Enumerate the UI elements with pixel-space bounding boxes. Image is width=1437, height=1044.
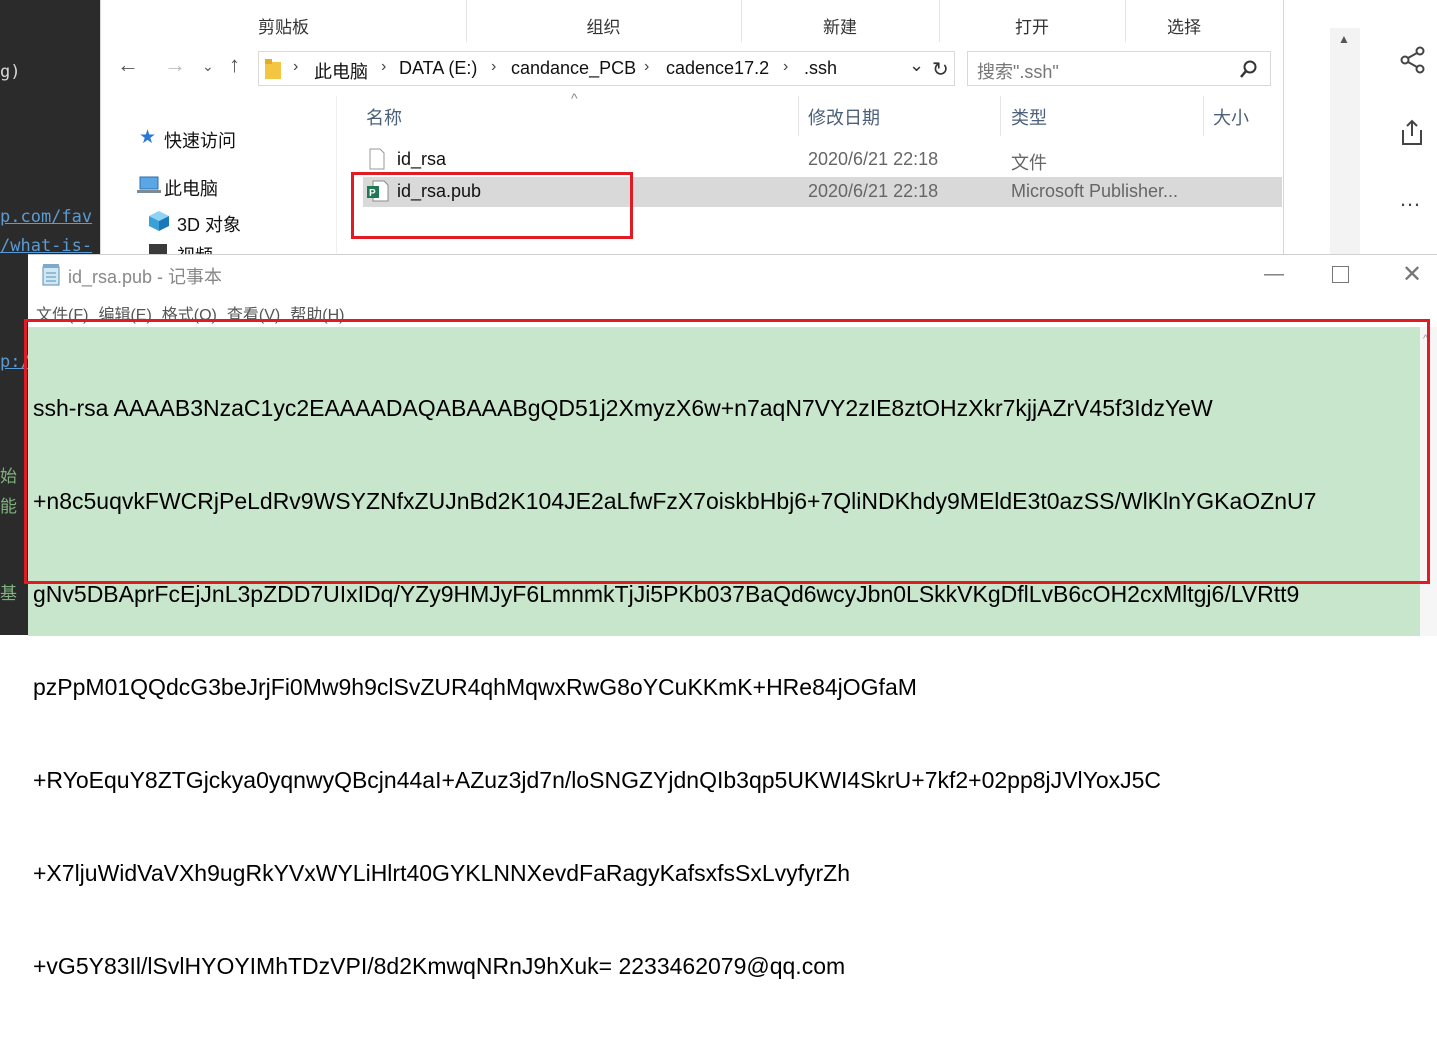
column-header-name[interactable]: 名称	[366, 104, 402, 130]
share-icon[interactable]	[1400, 46, 1426, 74]
breadcrumb-candance-pcb[interactable]: candance_PCB	[511, 58, 636, 79]
file-type: 文件	[1011, 153, 1047, 173]
3d-objects-icon	[149, 211, 169, 231]
column-header-type[interactable]: 类型	[1011, 104, 1047, 130]
notepad-icon	[42, 264, 60, 286]
breadcrumb-data-drive[interactable]: DATA (E:)	[399, 58, 477, 79]
video-icon	[149, 244, 167, 254]
breadcrumb-cadence[interactable]: cadence17.2	[666, 58, 769, 79]
highlight-box-key	[24, 319, 1430, 584]
star-icon: ★	[139, 127, 157, 148]
file-type: Microsoft Publisher...	[1011, 181, 1179, 201]
search-icon[interactable]	[1240, 60, 1258, 78]
nav-videos[interactable]: 视频	[177, 242, 213, 254]
content-line: pzPpM01QQdcG3beJrjFi0Mw9h9clSvZUR4qhMqwx…	[33, 674, 917, 700]
minimize-icon[interactable]: —	[1264, 263, 1284, 286]
address-dropdown-icon[interactable]: ⌄	[909, 55, 924, 76]
file-row[interactable]: id_rsa 2020/6/21 22:18 文件	[363, 145, 1282, 175]
code-line: g)	[0, 62, 21, 82]
ribbon-group-new[interactable]: 新建	[741, 0, 940, 42]
nav-this-pc[interactable]: 此电脑	[164, 175, 218, 201]
content-line: +vG5Y83Il/lSvlHYOYIMhTDzVPI/8d2KmwqNRnJ9…	[33, 953, 846, 979]
close-icon[interactable]: ✕	[1402, 260, 1422, 289]
sort-ascending-icon: ^	[571, 90, 578, 106]
breadcrumb-this-pc[interactable]: 此电脑	[314, 58, 368, 84]
content-line: +RYoEquY8ZTGjckya0yqnwyQBcjn44aI+AZuz3jd…	[33, 767, 1162, 793]
navigation-pane: ★ 快速访问 此电脑 3D 对象 视频	[101, 96, 337, 254]
maximize-icon[interactable]	[1332, 266, 1349, 283]
ribbon-group-select[interactable]: 选择	[1125, 0, 1243, 42]
nav-quick-access[interactable]: 快速访问	[164, 127, 236, 153]
file-icon	[369, 148, 385, 170]
code-line: 基	[0, 584, 17, 604]
search-input[interactable]: 搜索".ssh"	[977, 58, 1059, 84]
up-icon[interactable]: ↑	[229, 52, 240, 78]
code-line: p.com/fav	[0, 207, 93, 227]
recent-locations-icon[interactable]: ⌄	[202, 58, 214, 75]
side-toolbar: …	[1385, 0, 1437, 260]
file-modified: 2020/6/21 22:18	[808, 181, 939, 201]
computer-icon	[137, 176, 161, 193]
code-line: 始	[0, 467, 17, 487]
file-explorer-window: 剪贴板 组织 新建 打开 选择 ← → ⌄ ↑ › 此电脑 › DATA (E:…	[100, 0, 1284, 254]
more-icon[interactable]: …	[1399, 186, 1423, 212]
address-bar[interactable]: › 此电脑 › DATA (E:) › candance_PCB › caden…	[258, 51, 955, 86]
highlight-box-file	[351, 172, 633, 239]
ribbon-group-open[interactable]: 打开	[939, 0, 1126, 42]
folder-icon	[265, 59, 281, 79]
scrollbar[interactable]: ▲	[1330, 28, 1360, 260]
code-line: 能	[0, 497, 17, 517]
column-header-size[interactable]: 大小	[1213, 104, 1249, 130]
ribbon-group-clipboard[interactable]: 剪贴板	[101, 0, 467, 42]
scroll-up-icon[interactable]: ▲	[1338, 32, 1350, 46]
column-header-modified[interactable]: 修改日期	[808, 104, 880, 130]
ribbon-group-organize[interactable]: 组织	[466, 0, 742, 42]
upload-icon[interactable]	[1400, 118, 1424, 146]
breadcrumb-ssh[interactable]: .ssh	[804, 58, 837, 79]
nav-3d-objects[interactable]: 3D 对象	[177, 211, 241, 237]
content-line: +X7ljuWidVaVXh9ugRkYVxWYLiHlrt40GYKLNNXe…	[33, 860, 851, 886]
refresh-icon[interactable]: ↻	[932, 57, 949, 82]
back-icon[interactable]: ←	[117, 52, 139, 78]
file-modified: 2020/6/21 22:18	[808, 149, 939, 169]
code-line: /what-is-	[0, 236, 93, 256]
window-title: id_rsa.pub - 记事本	[68, 267, 223, 287]
search-box[interactable]: 搜索".ssh"	[967, 51, 1271, 86]
file-name: id_rsa	[397, 149, 447, 169]
forward-icon[interactable]: →	[164, 52, 186, 78]
